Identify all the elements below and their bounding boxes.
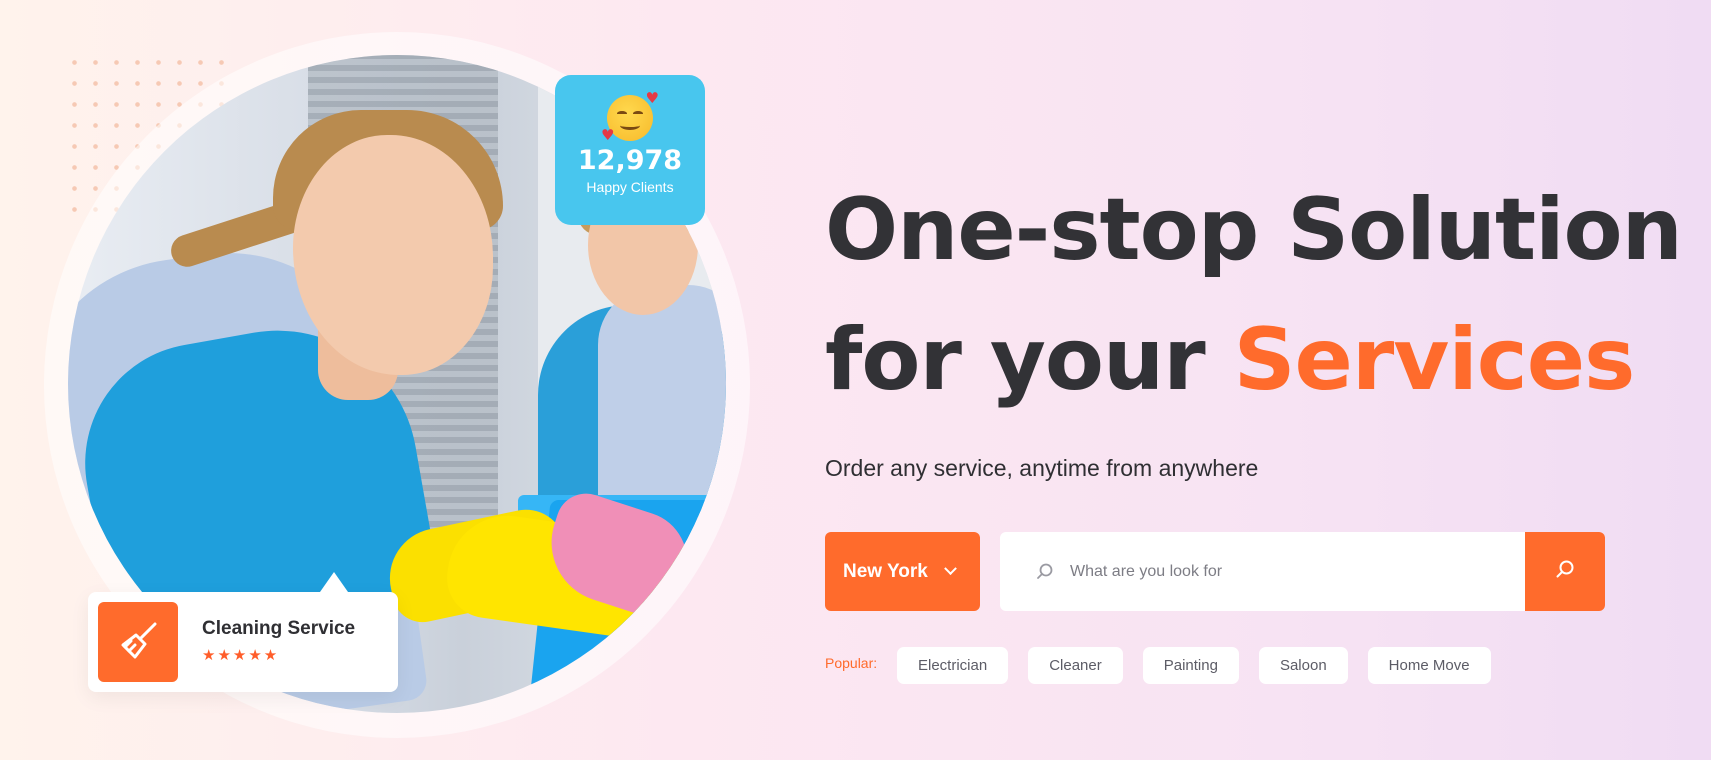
popular-tag-saloon[interactable]: Saloon xyxy=(1258,647,1348,684)
popular-tags: Electrician Cleaner Painting Saloon Home… xyxy=(897,647,1491,684)
city-select-button[interactable]: New York xyxy=(825,532,980,611)
search-icon xyxy=(1555,559,1575,584)
hero-heading: One-stop Solution for your Services xyxy=(825,165,1685,425)
hero-heading-accent: Services xyxy=(1233,310,1636,410)
popular-tag-electrician[interactable]: Electrician xyxy=(897,647,1009,684)
popular-tag-home-move[interactable]: Home Move xyxy=(1367,647,1491,684)
smiling-face-with-hearts-icon: ♥ ♥ xyxy=(601,89,659,144)
hero-heading-line2-prefix: for your xyxy=(825,310,1234,410)
service-title: Cleaning Service xyxy=(202,618,356,639)
popular-tag-painting[interactable]: Painting xyxy=(1142,647,1239,684)
search-input[interactable] xyxy=(1070,532,1510,611)
popular-label: Popular: xyxy=(825,655,878,671)
popular-tag-cleaner[interactable]: Cleaner xyxy=(1028,647,1123,684)
hero-subtitle: Order any service, anytime from anywhere xyxy=(825,455,1259,481)
search-box xyxy=(1000,532,1605,611)
chevron-down-icon xyxy=(943,562,957,576)
hero-heading-line1: One-stop Solution xyxy=(825,180,1683,280)
happy-clients-card: ♥ ♥ 12,978 Happy Clients xyxy=(555,75,705,225)
happy-clients-count: 12,978 xyxy=(577,145,683,176)
card-pointer xyxy=(320,572,348,592)
search-submit-button[interactable] xyxy=(1525,532,1605,611)
city-select-label: New York xyxy=(843,560,928,582)
broom-icon xyxy=(98,602,178,682)
cleaning-service-card: Cleaning Service ★★★★★ xyxy=(88,572,398,692)
happy-clients-label: Happy Clients xyxy=(586,179,674,195)
search-icon xyxy=(1036,562,1054,585)
service-rating-stars: ★★★★★ xyxy=(202,646,280,664)
